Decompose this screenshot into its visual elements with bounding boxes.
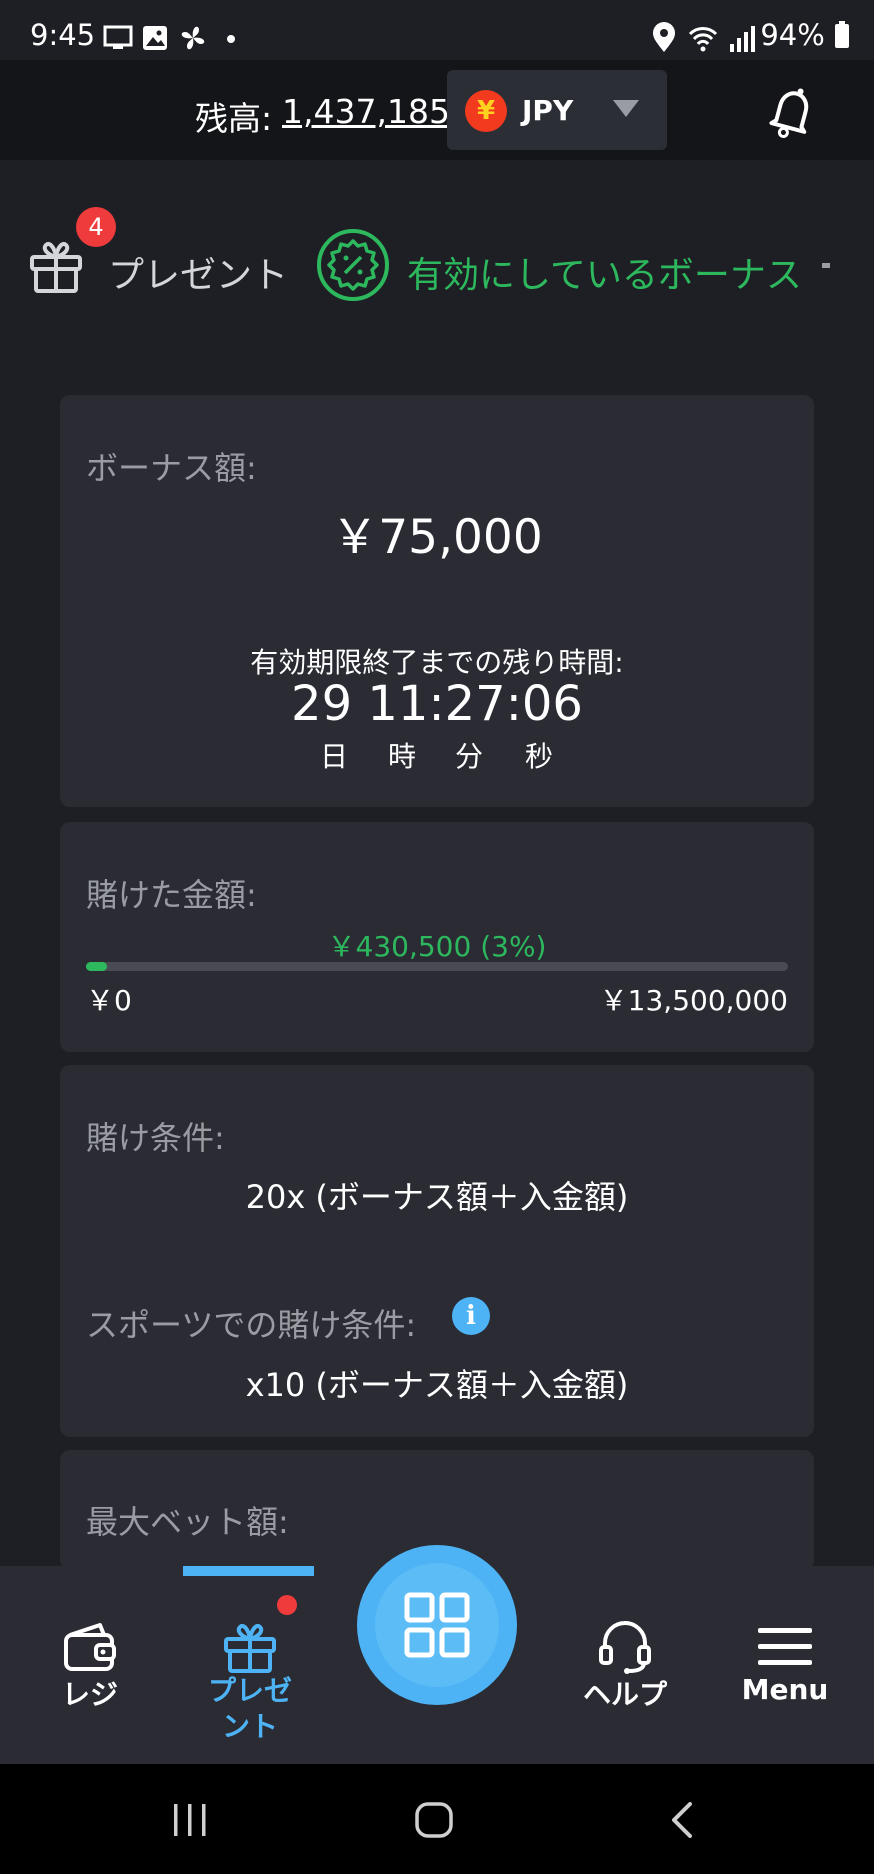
battery-percent: 94%: [760, 18, 825, 52]
headset-icon: [599, 1621, 651, 1674]
recent-apps-icon[interactable]: [170, 1800, 210, 1840]
nav-label-cashier: レジ: [61, 1678, 118, 1711]
nav-label-present-line2: ント: [221, 1710, 278, 1743]
nav-item-menu[interactable]: Menu: [730, 1615, 840, 1735]
grid-icon: [404, 1592, 470, 1658]
status-icons-right: [653, 22, 755, 52]
home-icon[interactable]: [413, 1800, 455, 1840]
info-icon[interactable]: i: [452, 1297, 490, 1335]
hamburger-icon: [758, 1628, 812, 1665]
nav-active-indicator: [183, 1566, 314, 1576]
chevron-down-icon: [613, 100, 639, 117]
status-time: 9:45: [30, 18, 96, 52]
active-bonus-icon: [317, 229, 389, 301]
bonus-amount-label: ボーナス額:: [86, 449, 257, 487]
gift-icon: [224, 1624, 276, 1673]
unit-seconds: 秒: [525, 740, 554, 773]
sports-wager-label: スポーツでの賭け条件:: [86, 1306, 417, 1344]
wifi-icon: [688, 27, 718, 46]
present-notification-dot: [277, 1595, 297, 1615]
tab-overflow-marker: [822, 263, 830, 268]
nav-item-help[interactable]: ヘルプ: [570, 1615, 680, 1735]
notification-dot-icon: [227, 35, 235, 43]
wallet-icon: [64, 1623, 116, 1671]
status-icons-left: [103, 25, 235, 50]
unit-hours: 時: [388, 740, 417, 773]
present-count-badge: 4: [76, 207, 116, 247]
bet-progress-min: ￥0: [86, 984, 132, 1017]
nav-label-help: ヘルプ: [582, 1678, 667, 1711]
max-bet-label: 最大ベット額:: [86, 1503, 289, 1541]
nav-label-present: プレゼ ント: [190, 1673, 310, 1745]
battery-icon: [835, 21, 849, 48]
tab-present[interactable]: プレゼント: [108, 246, 288, 298]
bet-progress-value: ￥430,500 (3%): [327, 930, 547, 963]
bet-progress-max: ￥13,500,000: [599, 984, 788, 1017]
bet-amount-label: 賭けた金額:: [86, 876, 257, 914]
nav-item-cashier[interactable]: レジ: [40, 1615, 140, 1735]
battery-status: 94%: [760, 18, 850, 52]
tab-active-bonus[interactable]: 有効にしているボーナス: [407, 246, 802, 298]
bonus-amount-value: ￥75,000: [331, 510, 543, 565]
gift-icon[interactable]: [26, 235, 86, 295]
back-icon[interactable]: [664, 1800, 700, 1840]
unit-minutes: 分: [455, 740, 484, 773]
expiry-countdown: 29 11:27:06: [291, 676, 583, 732]
expiry-label: 有効期限終了までの残り時間:: [250, 646, 624, 679]
screen-icon: [103, 25, 133, 47]
wager-requirement-value: 20x (ボーナス額＋入金額): [245, 1178, 629, 1216]
balance-label: 残高:: [195, 99, 273, 138]
unit-days: 日: [320, 740, 349, 773]
bet-progress-fill: [86, 962, 107, 971]
currency-code: JPY: [522, 94, 574, 127]
yen-currency-icon: ¥: [465, 90, 507, 132]
wager-requirement-label: 賭け条件:: [86, 1119, 225, 1157]
nav-item-present[interactable]: プレゼ ント: [190, 1615, 310, 1745]
sports-wager-value: x10 (ボーナス額＋入金額): [245, 1366, 629, 1404]
bell-icon[interactable]: [765, 84, 819, 140]
nav-label-menu: Menu: [741, 1673, 829, 1706]
balance-value[interactable]: 1,437,185: [282, 92, 450, 131]
bet-progress-track: [86, 962, 788, 971]
fan-icon: [181, 26, 205, 50]
image-icon: [143, 26, 167, 50]
signal-icon: [730, 26, 755, 52]
nav-label-present-line1: プレゼ: [207, 1674, 292, 1707]
